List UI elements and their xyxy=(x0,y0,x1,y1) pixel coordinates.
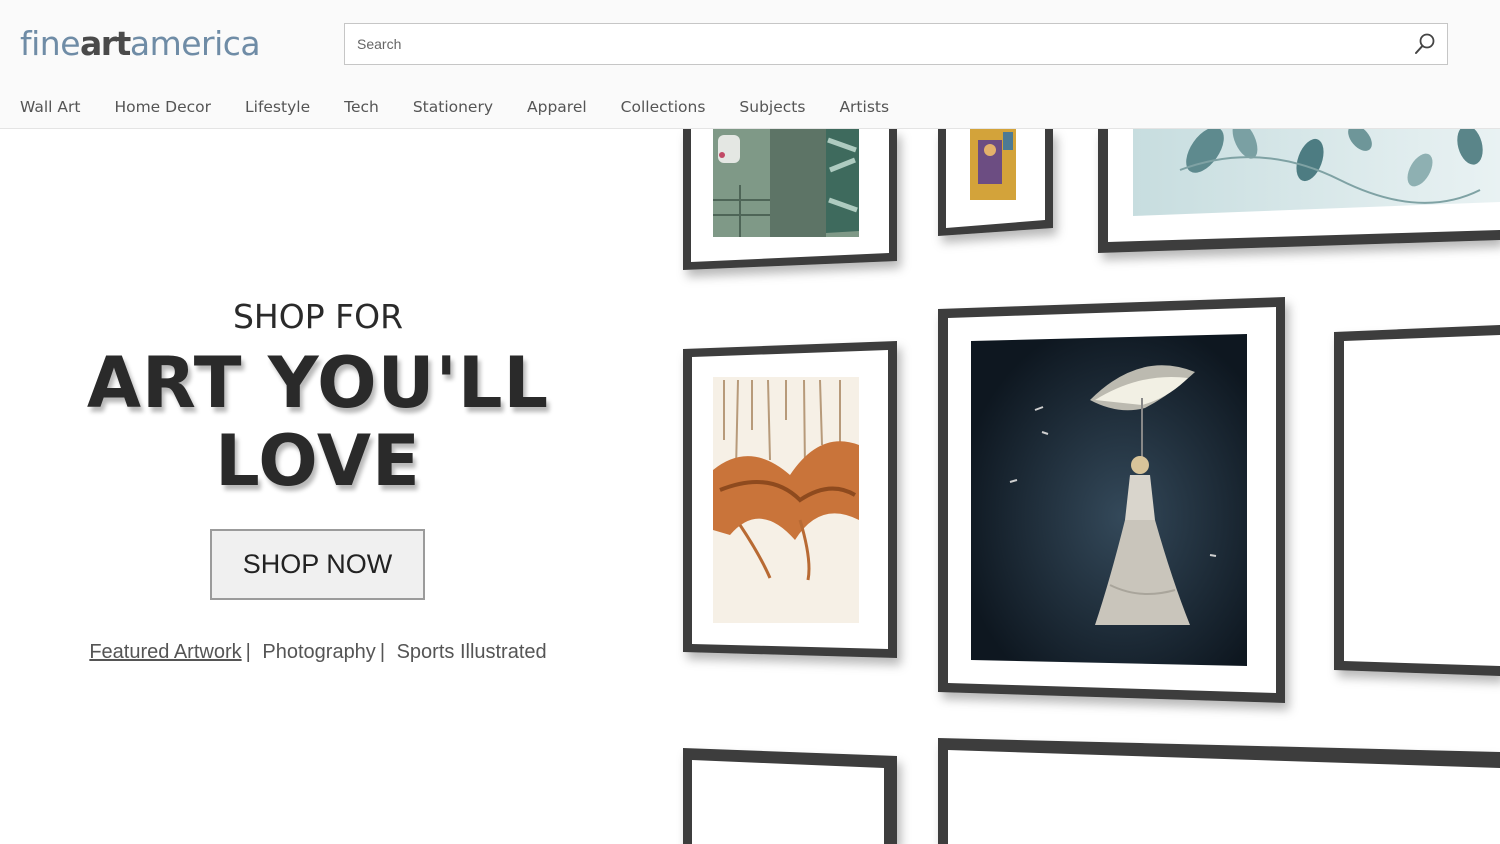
artwork-leaves xyxy=(1133,129,1500,216)
link-featured-artwork[interactable]: Featured Artwork xyxy=(89,641,241,663)
artwork-umbrella-woman xyxy=(971,334,1247,666)
nav-lifestyle[interactable]: Lifestyle xyxy=(228,88,327,128)
hero-section: SHOP FOR ART YOU'LL LOVE SHOP NOW Featur… xyxy=(0,129,636,844)
nav-wall-art[interactable]: Wall Art xyxy=(0,88,97,128)
logo-text-fine: fine xyxy=(20,24,81,63)
link-photography[interactable]: Photography xyxy=(262,641,375,663)
search-input[interactable] xyxy=(345,24,1405,64)
nav-home-decor[interactable]: Home Decor xyxy=(97,88,228,128)
artwork-tiles xyxy=(713,129,859,237)
hero-links: Featured Artwork | Photography | Sports Il… xyxy=(0,641,636,664)
hero-headline: ART YOU'LL LOVE xyxy=(0,344,636,500)
site-logo[interactable]: fineartamerica xyxy=(20,22,261,66)
link-separator: | xyxy=(245,641,251,663)
nav-artists[interactable]: Artists xyxy=(822,88,906,128)
main-nav: Wall Art Home Decor Lifestyle Tech Stati… xyxy=(0,88,906,128)
nav-subjects[interactable]: Subjects xyxy=(722,88,822,128)
search-box xyxy=(344,23,1448,65)
nav-stationery[interactable]: Stationery xyxy=(396,88,510,128)
logo-text-america: america xyxy=(129,24,261,63)
hero-eyebrow: SHOP FOR xyxy=(232,297,403,336)
frame-bottom-left xyxy=(683,748,897,844)
shop-now-button[interactable]: SHOP NOW xyxy=(210,529,425,600)
hero-headline-line2: LOVE xyxy=(215,420,421,502)
nav-tech[interactable]: Tech xyxy=(327,88,396,128)
artwork-antlers xyxy=(713,377,859,623)
nav-apparel[interactable]: Apparel xyxy=(510,88,604,128)
logo-text-art: art xyxy=(80,24,131,63)
search-icon[interactable] xyxy=(1413,32,1437,56)
link-separator: | xyxy=(379,641,386,663)
nav-collections[interactable]: Collections xyxy=(604,88,723,128)
site-header: fineartamerica Wall Art Home Decor Lifes… xyxy=(0,0,1500,129)
frame-bottom-wide xyxy=(938,738,1500,844)
hero-gallery-image xyxy=(636,129,1500,844)
artwork-figure xyxy=(970,129,1016,200)
link-sports-illustrated[interactable]: Sports Illustrated xyxy=(397,641,547,663)
frame-middle-right xyxy=(1334,325,1500,676)
hero-headline-line1: ART YOU'LL xyxy=(86,342,550,424)
